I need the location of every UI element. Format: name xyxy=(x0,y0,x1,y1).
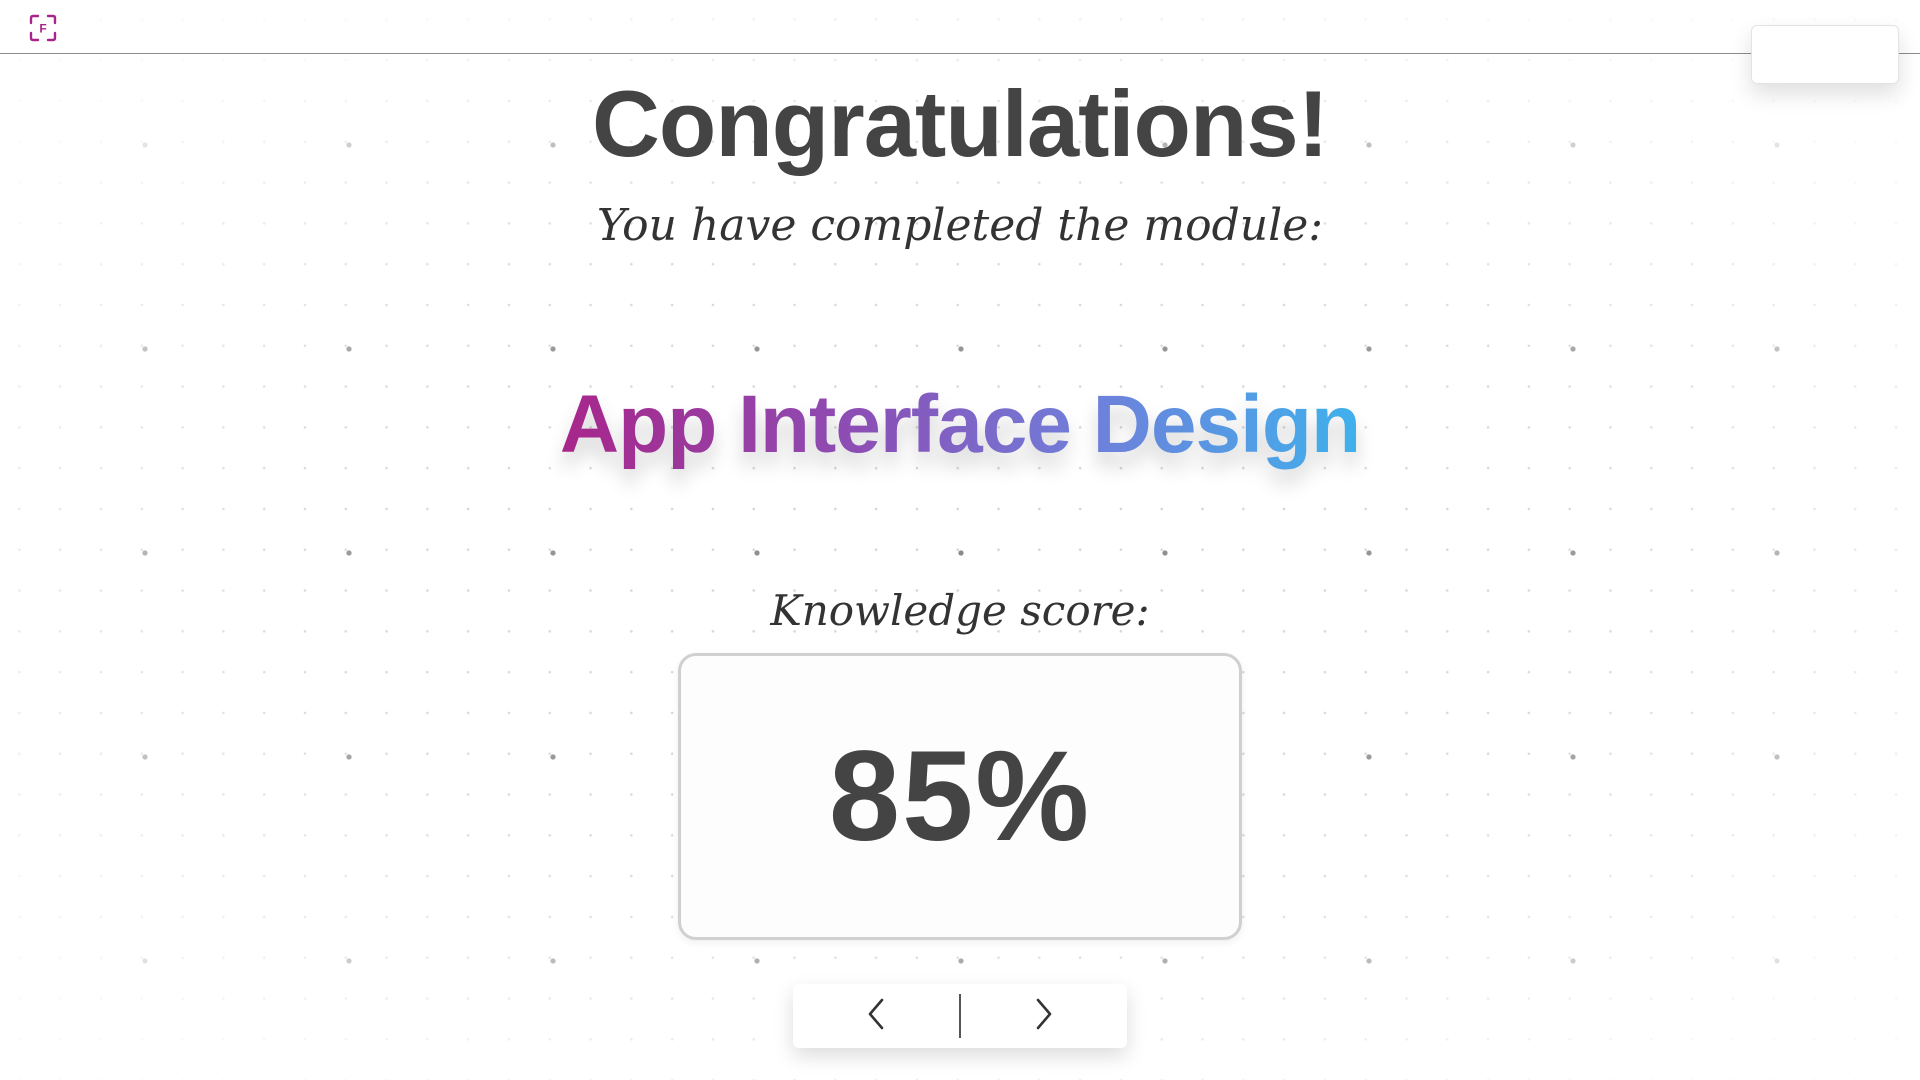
chevron-right-icon xyxy=(1033,997,1055,1036)
score-value: 85% xyxy=(828,725,1092,868)
previous-button[interactable] xyxy=(793,984,959,1048)
module-name-text: App Interface Design xyxy=(559,379,1361,470)
next-button[interactable] xyxy=(961,984,1127,1048)
completion-subtitle: You have completed the module: xyxy=(596,200,1324,251)
page-title: Congratulations! xyxy=(592,71,1329,176)
top-bar: F xyxy=(0,0,1920,54)
module-name: App Interface Design xyxy=(0,378,1920,472)
score-card: 85% xyxy=(678,653,1242,940)
chevron-left-icon xyxy=(865,997,887,1036)
score-label: Knowledge score: xyxy=(770,586,1150,635)
navigation-bar xyxy=(793,984,1127,1048)
svg-text:F: F xyxy=(39,22,46,36)
logo-icon[interactable]: F xyxy=(29,14,57,42)
